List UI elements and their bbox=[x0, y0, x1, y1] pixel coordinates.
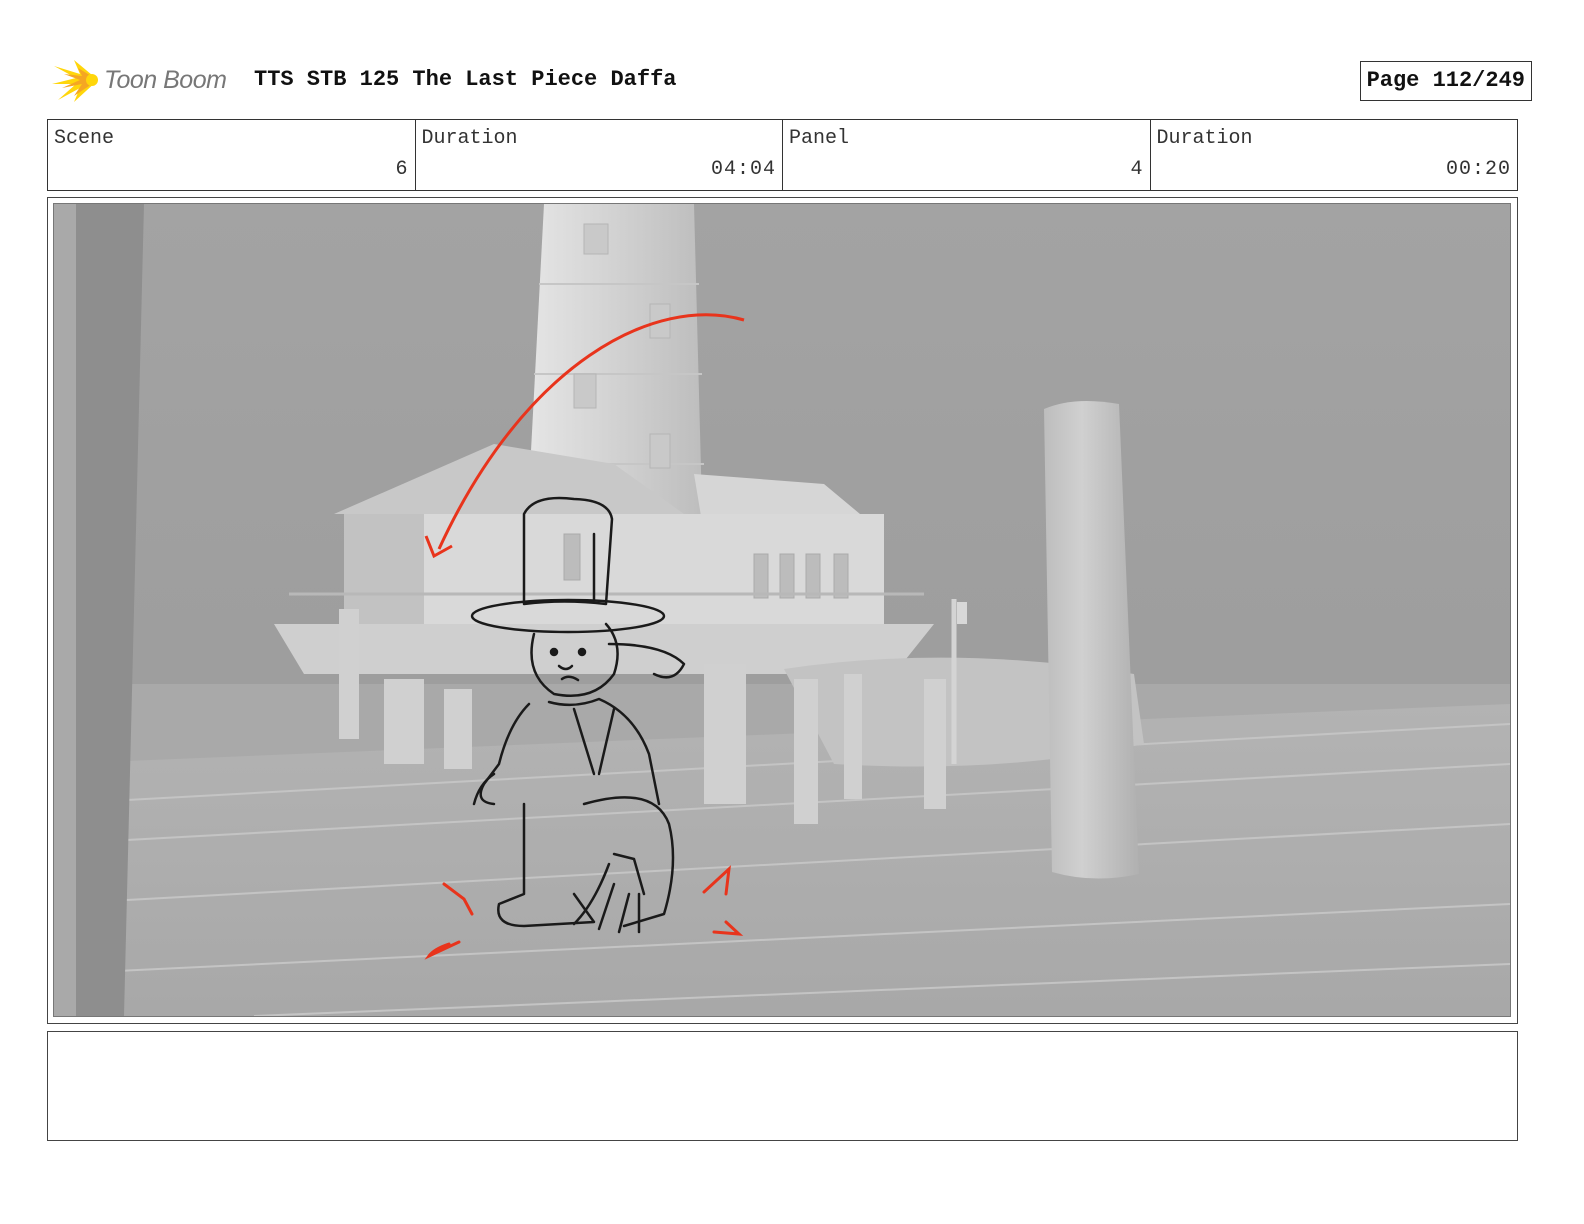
scene-info-table: Scene 6 Duration 04:04 Panel 4 Duration … bbox=[47, 119, 1518, 191]
scene-cell: Scene 6 bbox=[48, 120, 416, 190]
page-indicator: Page 112/249 bbox=[1359, 61, 1532, 101]
storyboard-header: Toon Boom TTS STB 125 The Last Piece Daf… bbox=[52, 54, 1532, 106]
scene-duration-label: Duration bbox=[421, 127, 518, 150]
panel-duration-cell: Duration 00:20 bbox=[1151, 120, 1518, 190]
scene-label: Scene bbox=[54, 127, 115, 150]
panel-value: 4 bbox=[1130, 158, 1144, 181]
scene-duration-value: 04:04 bbox=[710, 158, 776, 181]
toon-boom-logo: Toon Boom bbox=[52, 54, 242, 106]
logo-text: Toon Boom bbox=[104, 66, 227, 94]
scene-duration-cell: Duration 04:04 bbox=[416, 120, 783, 190]
panel-duration-value: 00:20 bbox=[1445, 158, 1511, 181]
panel-label: Panel bbox=[789, 127, 850, 150]
document-title: TTS STB 125 The Last Piece Daffa bbox=[254, 67, 677, 92]
panel-frame bbox=[47, 197, 1518, 1024]
panel-notes-box bbox=[47, 1031, 1518, 1141]
storyboard-sketch-image bbox=[54, 204, 1510, 1016]
scene-value: 6 bbox=[395, 158, 409, 181]
panel-cell: Panel 4 bbox=[783, 120, 1151, 190]
storyboard-panel-image bbox=[53, 203, 1511, 1017]
starburst-icon bbox=[52, 60, 98, 102]
panel-duration-label: Duration bbox=[1156, 127, 1253, 150]
